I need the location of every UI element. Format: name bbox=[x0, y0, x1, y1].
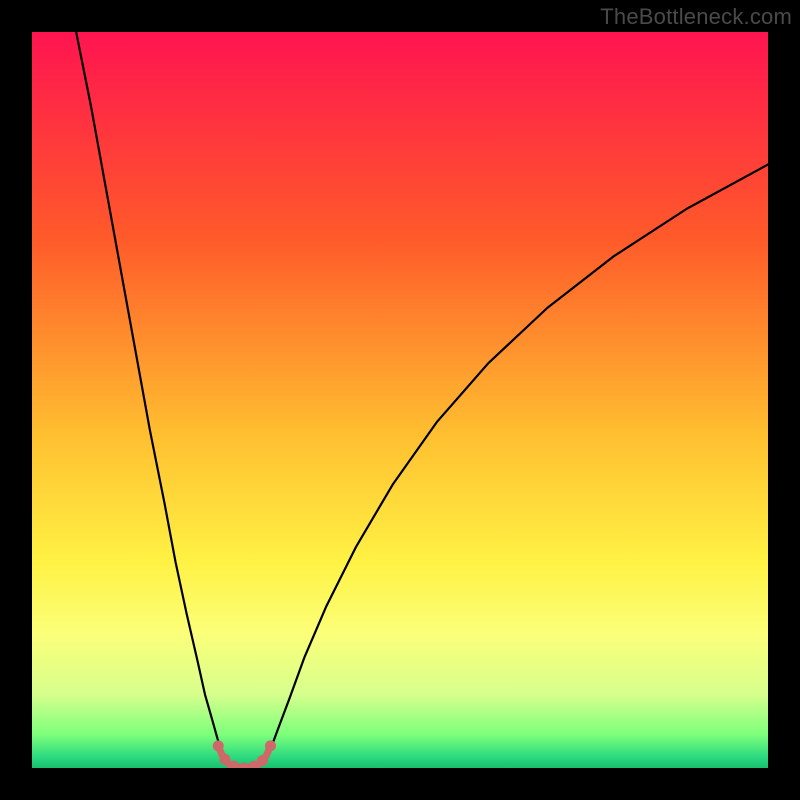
chart-svg bbox=[32, 32, 768, 768]
trough-dot bbox=[213, 740, 224, 751]
trough-dot bbox=[219, 754, 230, 765]
trough-dot bbox=[265, 740, 276, 751]
chart-background bbox=[32, 32, 768, 768]
chart-frame: TheBottleneck.com bbox=[0, 0, 800, 800]
trough-dot bbox=[257, 755, 268, 766]
watermark-text: TheBottleneck.com bbox=[600, 4, 792, 30]
plot-area bbox=[32, 32, 768, 768]
